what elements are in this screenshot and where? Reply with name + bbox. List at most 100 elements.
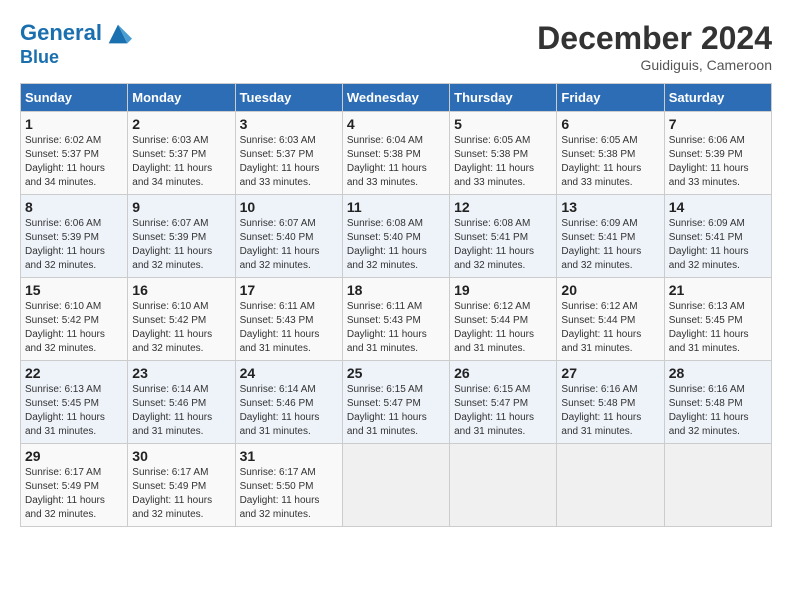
day-info: Sunrise: 6:14 AM Sunset: 5:46 PM Dayligh…	[132, 383, 230, 439]
calendar-cell: 6 Sunrise: 6:05 AM Sunset: 5:38 PM Daylig…	[557, 112, 664, 195]
day-info: Sunrise: 6:11 AM Sunset: 5:43 PM Dayligh…	[347, 300, 445, 356]
calendar-cell: 7 Sunrise: 6:06 AM Sunset: 5:39 PM Daylig…	[664, 112, 771, 195]
calendar-cell: 26 Sunrise: 6:15 AM Sunset: 5:47 PM Dayli…	[450, 361, 557, 444]
day-info: Sunrise: 6:06 AM Sunset: 5:39 PM Dayligh…	[25, 217, 123, 273]
day-number: 2	[132, 116, 230, 132]
calendar-cell: 12 Sunrise: 6:08 AM Sunset: 5:41 PM Dayli…	[450, 195, 557, 278]
day-info: Sunrise: 6:03 AM Sunset: 5:37 PM Dayligh…	[132, 134, 230, 190]
location: Guidiguis, Cameroon	[537, 57, 772, 73]
weekday-header-tuesday: Tuesday	[235, 84, 342, 112]
calendar-cell: 11 Sunrise: 6:08 AM Sunset: 5:40 PM Dayli…	[342, 195, 449, 278]
day-number: 9	[132, 199, 230, 215]
calendar-cell: 17Sunrise: 6:11 AM Sunset: 5:43 PM Dayli…	[235, 278, 342, 361]
day-number: 7	[669, 116, 767, 132]
weekday-header-monday: Monday	[128, 84, 235, 112]
weekday-header-thursday: Thursday	[450, 84, 557, 112]
day-info: Sunrise: 6:16 AM Sunset: 5:48 PM Dayligh…	[561, 383, 659, 439]
day-number: 22	[25, 365, 123, 381]
calendar-cell: 15Sunrise: 6:10 AM Sunset: 5:42 PM Dayli…	[21, 278, 128, 361]
calendar-cell: 18 Sunrise: 6:11 AM Sunset: 5:43 PM Dayli…	[342, 278, 449, 361]
weekday-header-friday: Friday	[557, 84, 664, 112]
day-number: 10	[240, 199, 338, 215]
day-info: Sunrise: 6:17 AM Sunset: 5:49 PM Dayligh…	[132, 466, 230, 522]
calendar-cell: 25Sunrise: 6:15 AM Sunset: 5:47 PM Dayli…	[342, 361, 449, 444]
calendar-cell: 10 Sunrise: 6:07 AM Sunset: 5:40 PM Dayli…	[235, 195, 342, 278]
day-number: 17	[240, 282, 338, 298]
day-number: 31	[240, 448, 338, 464]
calendar-cell: 3 Sunrise: 6:03 AM Sunset: 5:37 PM Daylig…	[235, 112, 342, 195]
day-number: 6	[561, 116, 659, 132]
calendar-cell: 14 Sunrise: 6:09 AM Sunset: 5:41 PM Dayli…	[664, 195, 771, 278]
calendar-cell: 28 Sunrise: 6:16 AM Sunset: 5:48 PM Dayli…	[664, 361, 771, 444]
calendar-cell: 30 Sunrise: 6:17 AM Sunset: 5:49 PM Dayli…	[128, 444, 235, 527]
calendar-cell: 21 Sunrise: 6:13 AM Sunset: 5:45 PM Dayli…	[664, 278, 771, 361]
calendar-cell: 1Sunrise: 6:02 AM Sunset: 5:37 PM Daylig…	[21, 112, 128, 195]
weekday-header-saturday: Saturday	[664, 84, 771, 112]
day-info: Sunrise: 6:13 AM Sunset: 5:45 PM Dayligh…	[25, 383, 123, 439]
day-info: Sunrise: 6:05 AM Sunset: 5:38 PM Dayligh…	[454, 134, 552, 190]
day-number: 15	[25, 282, 123, 298]
day-info: Sunrise: 6:05 AM Sunset: 5:38 PM Dayligh…	[561, 134, 659, 190]
calendar-cell	[664, 444, 771, 527]
day-info: Sunrise: 6:06 AM Sunset: 5:39 PM Dayligh…	[669, 134, 767, 190]
day-number: 3	[240, 116, 338, 132]
weekday-header-wednesday: Wednesday	[342, 84, 449, 112]
day-info: Sunrise: 6:12 AM Sunset: 5:44 PM Dayligh…	[454, 300, 552, 356]
day-info: Sunrise: 6:10 AM Sunset: 5:42 PM Dayligh…	[132, 300, 230, 356]
calendar-cell: 4Sunrise: 6:04 AM Sunset: 5:38 PM Daylig…	[342, 112, 449, 195]
day-info: Sunrise: 6:15 AM Sunset: 5:47 PM Dayligh…	[454, 383, 552, 439]
day-number: 21	[669, 282, 767, 298]
calendar-cell: 2 Sunrise: 6:03 AM Sunset: 5:37 PM Daylig…	[128, 112, 235, 195]
week-row-2: 15 Sunrise: 6:10 AM Sunset: 5:42 PM Dayli…	[21, 278, 772, 361]
day-number: 29	[25, 448, 123, 464]
day-number: 27	[561, 365, 659, 381]
day-info: Sunrise: 6:08 AM Sunset: 5:41 PM Dayligh…	[454, 217, 552, 273]
day-number: 13	[561, 199, 659, 215]
calendar-cell: 31Sunrise: 6:17 AM Sunset: 5:50 PM Dayli…	[235, 444, 342, 527]
calendar-table: SundayMondayTuesdayWednesdayThursdayFrid…	[20, 83, 772, 527]
day-number: 12	[454, 199, 552, 215]
week-row-3: 22 Sunrise: 6:13 AM Sunset: 5:45 PM Dayli…	[21, 361, 772, 444]
day-info: Sunrise: 6:16 AM Sunset: 5:48 PM Dayligh…	[669, 383, 767, 439]
day-number: 28	[669, 365, 767, 381]
day-number: 24	[240, 365, 338, 381]
day-info: Sunrise: 6:14 AM Sunset: 5:46 PM Dayligh…	[240, 383, 338, 439]
day-number: 25	[347, 365, 445, 381]
calendar-cell	[342, 444, 449, 527]
day-number: 5	[454, 116, 552, 132]
day-number: 8	[25, 199, 123, 215]
day-number: 11	[347, 199, 445, 215]
calendar-cell	[450, 444, 557, 527]
day-number: 19	[454, 282, 552, 298]
day-info: Sunrise: 6:17 AM Sunset: 5:49 PM Dayligh…	[25, 466, 123, 522]
title-block: December 2024 Guidiguis, Cameroon	[537, 20, 772, 73]
calendar-cell: 5 Sunrise: 6:05 AM Sunset: 5:38 PM Daylig…	[450, 112, 557, 195]
day-info: Sunrise: 6:09 AM Sunset: 5:41 PM Dayligh…	[669, 217, 767, 273]
day-info: Sunrise: 6:07 AM Sunset: 5:40 PM Dayligh…	[240, 217, 338, 273]
day-info: Sunrise: 6:08 AM Sunset: 5:40 PM Dayligh…	[347, 217, 445, 273]
calendar-cell: 16Sunrise: 6:10 AM Sunset: 5:42 PM Dayli…	[128, 278, 235, 361]
day-number: 20	[561, 282, 659, 298]
day-number: 26	[454, 365, 552, 381]
week-row-4: 29 Sunrise: 6:17 AM Sunset: 5:49 PM Dayli…	[21, 444, 772, 527]
weekday-header-sunday: Sunday	[21, 84, 128, 112]
calendar-cell	[557, 444, 664, 527]
day-info: Sunrise: 6:09 AM Sunset: 5:41 PM Dayligh…	[561, 217, 659, 273]
logo-text: General	[20, 20, 132, 48]
day-number: 1	[25, 116, 123, 132]
month-title: December 2024	[537, 20, 772, 57]
calendar-cell: 27 Sunrise: 6:16 AM Sunset: 5:48 PM Dayli…	[557, 361, 664, 444]
day-number: 30	[132, 448, 230, 464]
day-number: 18	[347, 282, 445, 298]
calendar-cell: 9 Sunrise: 6:07 AM Sunset: 5:39 PM Daylig…	[128, 195, 235, 278]
day-info: Sunrise: 6:13 AM Sunset: 5:45 PM Dayligh…	[669, 300, 767, 356]
day-number: 23	[132, 365, 230, 381]
day-info: Sunrise: 6:07 AM Sunset: 5:39 PM Dayligh…	[132, 217, 230, 273]
day-info: Sunrise: 6:03 AM Sunset: 5:37 PM Dayligh…	[240, 134, 338, 190]
day-number: 4	[347, 116, 445, 132]
weekday-header-row: SundayMondayTuesdayWednesdayThursdayFrid…	[21, 84, 772, 112]
logo-blue-text: Blue	[20, 48, 132, 68]
calendar-cell: 22 Sunrise: 6:13 AM Sunset: 5:45 PM Dayli…	[21, 361, 128, 444]
day-number: 14	[669, 199, 767, 215]
day-info: Sunrise: 6:12 AM Sunset: 5:44 PM Dayligh…	[561, 300, 659, 356]
